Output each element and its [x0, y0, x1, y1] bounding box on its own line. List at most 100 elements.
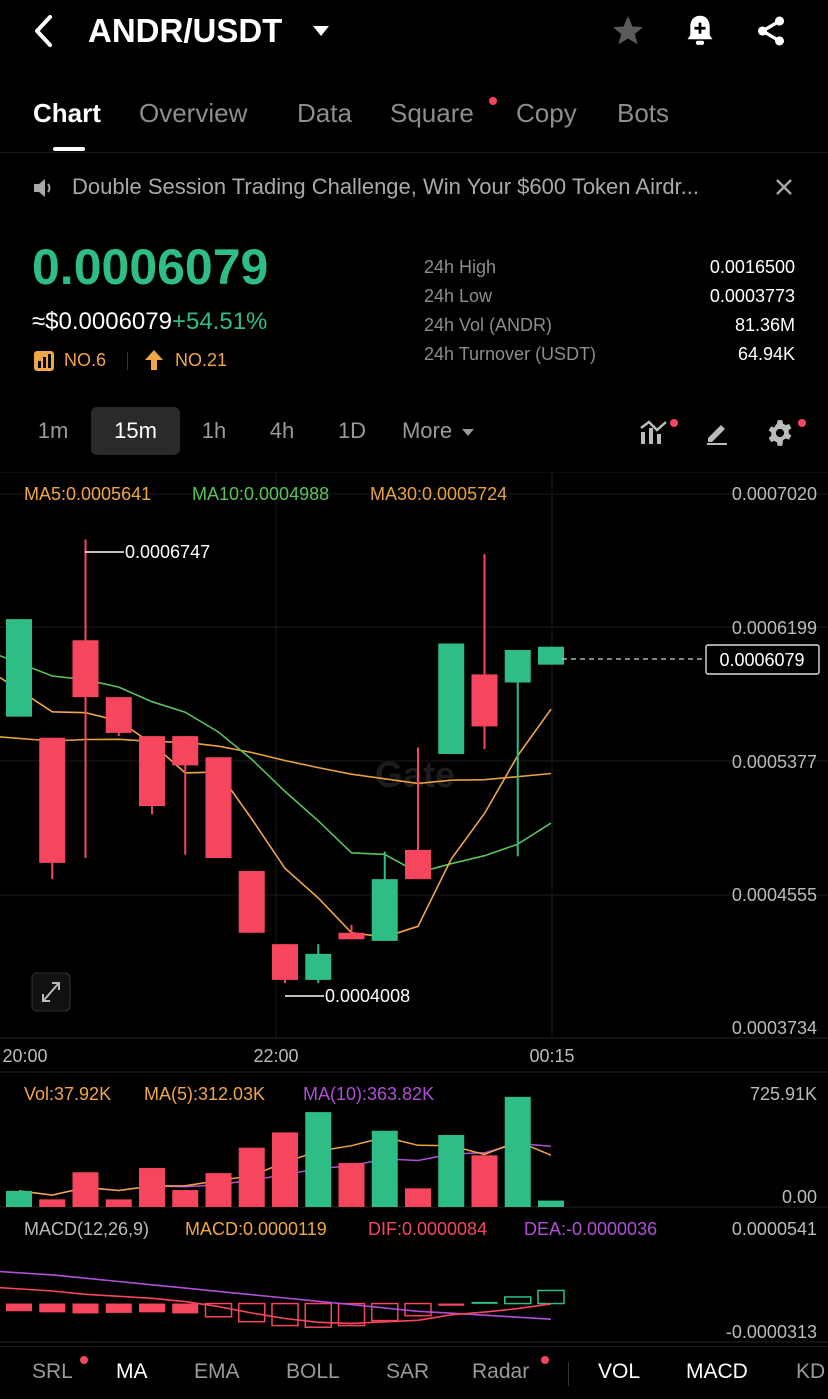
price-sub-row: ≈$0.0006079+54.51%	[32, 308, 267, 336]
macd-dea: DEA:-0.0000036	[524, 1219, 657, 1239]
candle-body	[405, 849, 431, 880]
stat-value-vol: 81.36M	[734, 315, 795, 335]
rank-badge-2[interactable]: NO.21	[175, 350, 227, 371]
volume-bar	[405, 1188, 431, 1207]
chevron-down-icon[interactable]	[312, 25, 330, 37]
tab-chart[interactable]: Chart	[33, 98, 101, 129]
notification-dot	[489, 97, 497, 105]
stat-value-turnover: 64.94K	[737, 344, 795, 364]
tab-overview[interactable]: Overview	[139, 98, 247, 129]
ma10-legend: MA10:0.0004988	[192, 484, 329, 504]
y-tick-label: 0.0003734	[732, 1018, 817, 1038]
interval-15m[interactable]: 15m	[91, 407, 180, 455]
candle-body	[338, 932, 365, 940]
interval-1m[interactable]: 1m	[24, 407, 82, 455]
macd-bar	[39, 1303, 66, 1313]
macd-bar	[6, 1303, 32, 1312]
settings-gear-icon[interactable]	[766, 419, 794, 447]
macd-bar	[139, 1303, 165, 1313]
candle-body	[471, 674, 498, 727]
ma30-legend: MA30:0.0005724	[370, 484, 507, 504]
indicator-ma[interactable]: MA	[116, 1360, 148, 1384]
macd-dif: DIF:0.0000084	[368, 1219, 487, 1239]
rank-badge-1[interactable]: NO.6	[64, 350, 106, 371]
vol-legend: Vol:37.92K	[24, 1084, 111, 1104]
volume-bar	[338, 1162, 365, 1207]
volume-bar	[238, 1147, 265, 1207]
macd-bar	[504, 1296, 532, 1305]
price-change: +54.51%	[171, 308, 268, 335]
bell-add-icon[interactable]	[683, 13, 717, 49]
stat-label-high: 24h High	[424, 257, 497, 277]
current-price-tag-label: 0.0006079	[719, 650, 804, 670]
indicator-bar-divider	[0, 1346, 828, 1347]
candle-body	[238, 871, 265, 933]
share-icon[interactable]	[754, 14, 788, 48]
macd-title: MACD(12,26,9)	[24, 1219, 149, 1239]
watermark-logo: Gate	[375, 754, 455, 795]
candle-body	[305, 953, 332, 980]
high-marker-label: 0.0006747	[125, 542, 210, 562]
y-tick-label: 0.0006199	[732, 618, 817, 638]
macd-bar	[271, 1302, 299, 1327]
more-caret-icon[interactable]	[461, 428, 475, 437]
tab-square[interactable]: Square	[390, 98, 474, 129]
pair-title[interactable]: ANDR/USDT	[88, 12, 282, 50]
interval-1h[interactable]: 1h	[190, 407, 238, 455]
low-marker-label: 0.0004008	[325, 986, 410, 1006]
macd-bar	[537, 1289, 565, 1305]
back-arrow-icon[interactable]	[30, 14, 58, 48]
tab-active-indicator	[53, 147, 85, 151]
volume-bar	[305, 1112, 332, 1207]
close-icon[interactable]	[774, 177, 794, 197]
indicator-separator	[568, 1362, 569, 1386]
candle-body	[272, 944, 298, 980]
star-icon[interactable]	[610, 13, 646, 49]
macd-lines	[0, 1270, 552, 1325]
interval-1d[interactable]: 1D	[326, 407, 378, 455]
candle-body	[205, 757, 232, 859]
draw-pen-icon[interactable]	[704, 419, 730, 445]
volume-bar	[272, 1132, 298, 1207]
indicator-macd[interactable]: MACD	[686, 1360, 748, 1384]
vol-ma10-legend: MA(10):363.82K	[303, 1084, 434, 1104]
volume-bar	[172, 1190, 199, 1207]
indicator-icon[interactable]	[639, 418, 669, 446]
tab-bots[interactable]: Bots	[617, 98, 669, 129]
macd-axis-max: 0.0000541	[732, 1219, 817, 1239]
last-price: 0.0006079	[32, 239, 269, 295]
announcement-text[interactable]: Double Session Trading Challenge, Win Yo…	[72, 174, 699, 200]
indicator-sar[interactable]: SAR	[386, 1360, 429, 1384]
kline-chart[interactable]: Gate 0.0007020 0.0006199 0.0005377 0.000455…	[0, 472, 828, 1345]
indicator-kd[interactable]: KD	[796, 1360, 825, 1384]
chart-grid	[0, 472, 828, 1343]
indicator-srl[interactable]: SRL	[32, 1360, 73, 1384]
interval-4h[interactable]: 4h	[258, 407, 306, 455]
macd-bar	[304, 1302, 332, 1328]
vol-axis-max: 725.91K	[750, 1084, 817, 1104]
macd-histogram	[6, 1289, 565, 1328]
macd-bar	[371, 1302, 399, 1322]
settings-notification-dot	[798, 419, 806, 427]
stat-label-turnover: 24h Turnover (USDT)	[424, 344, 597, 364]
tab-data[interactable]: Data	[297, 98, 352, 129]
candle-body	[371, 879, 398, 941]
vol-axis-min: 0.00	[782, 1187, 817, 1207]
interval-more[interactable]: More	[396, 407, 458, 455]
volume-bar	[471, 1155, 498, 1207]
tab-copy[interactable]: Copy	[516, 98, 577, 129]
indicator-radar[interactable]: Radar	[472, 1360, 529, 1384]
volume-bar	[105, 1199, 132, 1207]
divider	[127, 352, 128, 370]
macd-bar	[438, 1303, 465, 1306]
indicator-boll[interactable]: BOLL	[286, 1360, 340, 1384]
macd-value: MACD:0.0000119	[185, 1219, 327, 1239]
speaker-icon	[34, 179, 51, 197]
volume-bar	[72, 1172, 99, 1207]
indicator-vol[interactable]: VOL	[598, 1360, 640, 1384]
volume-bar	[139, 1168, 165, 1207]
stat-value-low: 0.0003773	[709, 286, 795, 306]
indicator-ema[interactable]: EMA	[194, 1360, 240, 1384]
x-tick-label: 22:00	[253, 1046, 298, 1066]
candle-body	[6, 619, 32, 717]
